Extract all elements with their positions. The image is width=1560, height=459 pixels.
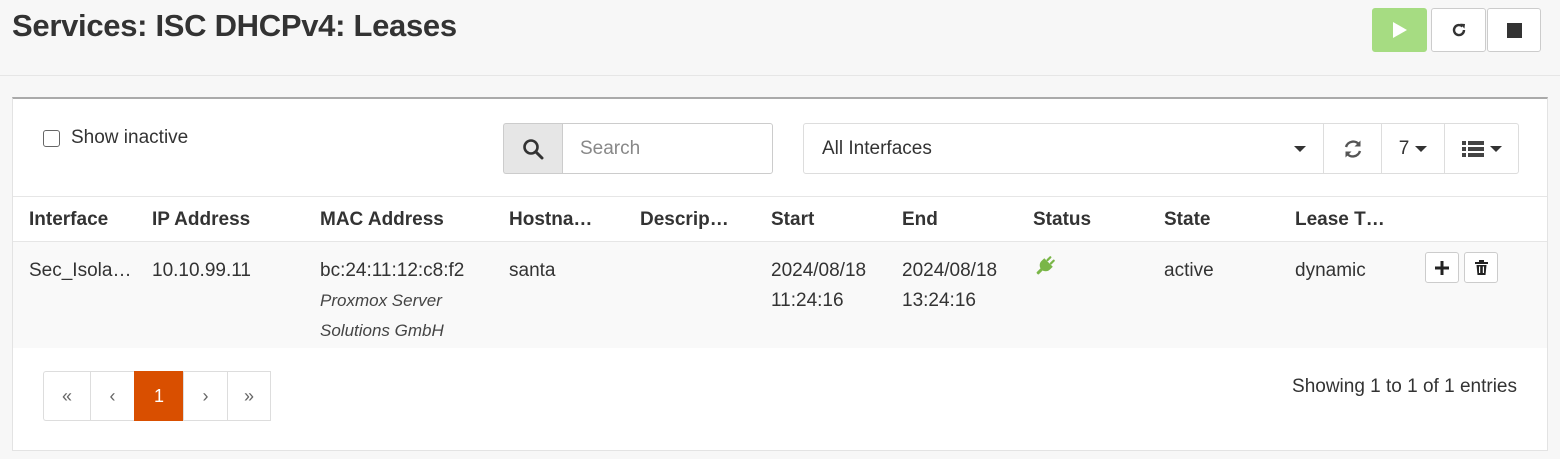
page-title: Services: ISC DHCPv4: Leases: [12, 8, 457, 43]
header-divider: [0, 75, 1560, 76]
end-date: 2024/08/18: [902, 260, 998, 281]
search-group: [503, 123, 773, 174]
column-header-description[interactable]: Descrip…: [640, 209, 729, 231]
refresh-icon: [1344, 139, 1361, 158]
start-date: 2024/08/18: [771, 260, 867, 281]
show-inactive-label: Show inactive: [71, 127, 189, 148]
stop-service-button[interactable]: [1487, 8, 1541, 52]
grid-toolbar: All Interfaces 7: [803, 123, 1519, 174]
table-header: Interface IP Address MAC Address Hostna……: [13, 196, 1547, 242]
plug-icon: [1036, 256, 1055, 275]
delete-lease-button[interactable]: [1464, 252, 1498, 283]
column-header-hostname[interactable]: Hostna…: [509, 209, 592, 231]
page-current-button[interactable]: 1: [134, 371, 183, 421]
pagination: « ‹ 1 › »: [43, 371, 271, 421]
caret-down-icon: [1294, 145, 1306, 152]
restart-service-button[interactable]: [1431, 8, 1486, 52]
cell-ip-address: 10.10.99.11: [152, 260, 251, 281]
interface-select[interactable]: All Interfaces: [804, 124, 1324, 173]
column-header-state[interactable]: State: [1164, 209, 1210, 231]
search-input[interactable]: [562, 123, 773, 174]
show-inactive-checkbox[interactable]: [43, 129, 60, 147]
refresh-grid-button[interactable]: [1324, 124, 1382, 173]
end-time: 13:24:16: [902, 290, 976, 311]
pagination-info: Showing 1 to 1 of 1 entries: [1292, 376, 1517, 397]
show-inactive-toggle[interactable]: Show inactive: [43, 127, 188, 149]
row-count-dropdown[interactable]: 7: [1382, 124, 1445, 173]
leases-panel: Show inactive All Interfaces 7 Interface…: [12, 97, 1548, 451]
cell-mac-address: bc:24:11:12:c8:f2 Proxmox Server Solutio…: [320, 256, 464, 346]
column-header-interface[interactable]: Interface: [29, 209, 108, 231]
add-static-mapping-button[interactable]: [1425, 252, 1459, 283]
cell-hostname: santa: [509, 260, 556, 281]
start-time: 11:24:16: [771, 290, 844, 311]
mac-vendor-line1: Proxmox Server: [320, 291, 442, 310]
cell-state: active: [1164, 260, 1214, 281]
cell-lease-type: dynamic: [1295, 260, 1366, 281]
interface-select-value: All Interfaces: [822, 137, 932, 159]
start-service-button[interactable]: [1372, 8, 1427, 52]
cell-interface: Sec_Isola…: [29, 260, 132, 281]
caret-down-icon: [1489, 145, 1502, 152]
search-icon: [523, 138, 544, 159]
plus-icon: [1435, 260, 1449, 275]
play-icon: [1392, 22, 1407, 38]
columns-dropdown[interactable]: [1445, 124, 1518, 173]
page-next-button[interactable]: ›: [183, 371, 227, 421]
column-header-start[interactable]: Start: [771, 209, 814, 231]
table-row: Sec_Isola… 10.10.99.11 bc:24:11:12:c8:f2…: [13, 242, 1547, 348]
mac-value: bc:24:11:12:c8:f2: [320, 260, 465, 281]
stop-icon: [1506, 22, 1522, 38]
trash-icon: [1474, 260, 1488, 275]
cell-status: [1033, 254, 1057, 288]
column-header-end[interactable]: End: [902, 209, 938, 231]
list-icon: [1461, 140, 1484, 157]
caret-down-icon: [1415, 145, 1428, 152]
column-header-status[interactable]: Status: [1033, 209, 1091, 231]
page-first-button[interactable]: «: [43, 371, 90, 421]
column-header-lease-type[interactable]: Lease T…: [1295, 209, 1385, 231]
column-header-mac-address[interactable]: MAC Address: [320, 209, 444, 231]
refresh-icon: [1452, 23, 1465, 37]
cell-end: 2024/08/18 13:24:16: [902, 256, 997, 316]
page-last-button[interactable]: »: [227, 371, 271, 421]
page-prev-button[interactable]: ‹: [90, 371, 134, 421]
column-header-ip-address[interactable]: IP Address: [152, 209, 250, 231]
row-count-value: 7: [1398, 137, 1410, 159]
mac-vendor-line2: Solutions GmbH: [320, 321, 444, 340]
search-button[interactable]: [503, 123, 562, 174]
cell-start: 2024/08/18 11:24:16: [771, 256, 866, 316]
